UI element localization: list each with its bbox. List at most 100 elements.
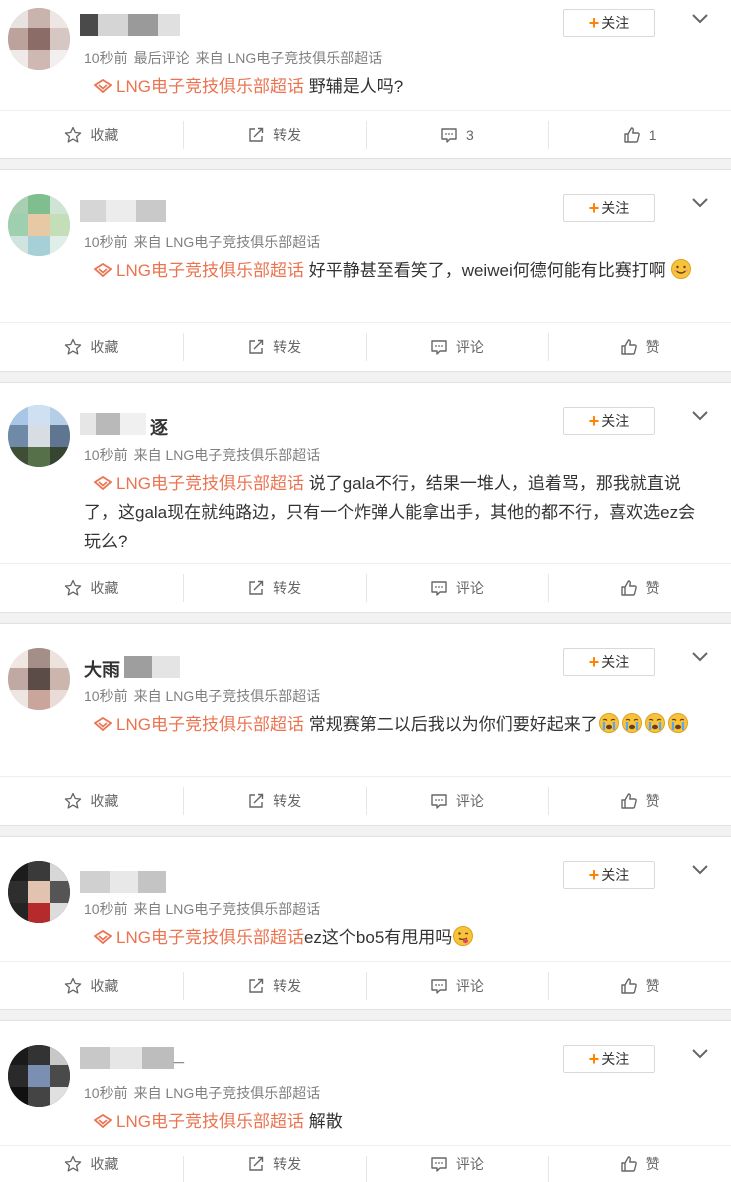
comment-button[interactable]: 评论 — [365, 564, 549, 611]
avatar[interactable] — [8, 861, 70, 923]
comment-icon — [431, 793, 447, 809]
follow-button[interactable]: + 关注 — [563, 861, 655, 889]
favorite-button[interactable]: 收藏 — [0, 1146, 183, 1182]
post-source[interactable]: 来自 LNG电子竞技俱乐部超话 — [134, 688, 321, 704]
plus-icon: + — [588, 198, 600, 218]
topic-link[interactable]: LNG电子竞技俱乐部超话 — [116, 77, 304, 96]
topic-link[interactable]: LNG电子竞技俱乐部超话 — [116, 1112, 304, 1131]
username-blurred[interactable] — [80, 200, 166, 222]
comment-button[interactable]: 3 — [365, 111, 549, 158]
like-button[interactable]: 1 — [548, 111, 731, 158]
like-button[interactable]: 赞 — [548, 1146, 731, 1182]
chevron-down-icon[interactable] — [690, 405, 710, 425]
thumbs-up-icon — [620, 579, 637, 596]
topic-link[interactable]: LNG电子竞技俱乐部超话 — [116, 715, 304, 734]
like-label: 赞 — [645, 792, 660, 809]
like-button[interactable]: 赞 — [548, 564, 731, 611]
repost-button[interactable]: 转发 — [182, 777, 366, 824]
chevron-down-icon[interactable] — [690, 859, 710, 879]
post-time[interactable]: 10秒前 — [84, 688, 128, 704]
star-icon — [65, 1155, 82, 1172]
star-icon — [65, 126, 82, 143]
like-button[interactable]: 赞 — [548, 323, 731, 370]
chevron-down-icon[interactable] — [690, 8, 710, 28]
follow-button[interactable]: + 关注 — [563, 194, 655, 222]
post-content: LNG电子竞技俱乐部超话 常规赛第二以后我以为你们要好起来了 — [84, 710, 708, 739]
plus-icon: + — [588, 13, 600, 33]
repost-icon — [249, 580, 264, 595]
follow-button[interactable]: + 关注 — [563, 1045, 655, 1073]
username-visible-part[interactable]: 大雨 — [84, 656, 120, 682]
username-visible-part[interactable]: 逐 — [150, 414, 168, 440]
topic-link[interactable]: LNG电子竞技俱乐部超话 — [116, 928, 304, 947]
follow-button[interactable]: + 关注 — [563, 9, 655, 37]
comment-button[interactable]: 评论 — [365, 1146, 549, 1182]
repost-button[interactable]: 转发 — [182, 1146, 366, 1182]
comment-icon — [431, 1157, 447, 1172]
action-bar: 收藏 转发 评论 赞 — [0, 563, 731, 611]
comment-label: 评论 — [455, 338, 484, 355]
repost-button[interactable]: 转发 — [182, 962, 366, 1009]
post-source[interactable]: 来自 LNG电子竞技俱乐部超话 — [134, 901, 321, 917]
topic-link[interactable]: LNG电子竞技俱乐部超话 — [116, 474, 304, 493]
plus-icon: + — [588, 411, 600, 431]
favorite-button[interactable]: 收藏 — [0, 111, 183, 158]
plus-icon: + — [588, 652, 600, 672]
avatar[interactable] — [8, 1045, 70, 1107]
favorite-button[interactable]: 收藏 — [0, 962, 183, 1009]
like-button[interactable]: 赞 — [548, 962, 731, 1009]
repost-label: 转发 — [273, 792, 302, 809]
supertopic-icon — [94, 476, 112, 490]
post-time[interactable]: 10秒前 — [84, 50, 128, 66]
chevron-down-icon[interactable] — [690, 1043, 710, 1063]
post-source[interactable]: 来自 LNG电子竞技俱乐部超话 — [134, 1085, 321, 1101]
like-button[interactable]: 赞 — [548, 777, 731, 824]
post-source[interactable]: 来自 LNG电子竞技俱乐部超话 — [134, 447, 321, 463]
crying-emoji — [667, 713, 688, 733]
avatar[interactable] — [8, 648, 70, 710]
favorite-button[interactable]: 收藏 — [0, 323, 183, 370]
like-label: 赞 — [645, 977, 660, 994]
username-blurred[interactable] — [80, 1047, 174, 1069]
avatar[interactable] — [8, 8, 70, 70]
post-source[interactable]: 来自 LNG电子竞技俱乐部超话 — [134, 234, 321, 250]
post-text: 好平静甚至看笑了，weiwei何德何能有比赛打啊 — [308, 261, 666, 280]
username-blurred[interactable] — [80, 413, 146, 435]
chevron-down-icon[interactable] — [690, 192, 710, 212]
repost-button[interactable]: 转发 — [182, 111, 366, 158]
avatar[interactable] — [8, 194, 70, 256]
comment-button[interactable]: 评论 — [365, 777, 549, 824]
username-blurred[interactable] — [80, 14, 180, 36]
post-time[interactable]: 10秒前 — [84, 234, 128, 250]
favorite-button[interactable]: 收藏 — [0, 564, 183, 611]
post-time[interactable]: 10秒前 — [84, 901, 128, 917]
avatar[interactable] — [8, 405, 70, 467]
chevron-down-icon[interactable] — [690, 646, 710, 666]
repost-button[interactable]: 转发 — [182, 323, 366, 370]
topic-link[interactable]: LNG电子竞技俱乐部超话 — [116, 261, 304, 280]
post-time[interactable]: 10秒前 — [84, 447, 128, 463]
star-icon — [65, 338, 82, 355]
comment-button[interactable]: 评论 — [365, 962, 549, 1009]
post-time[interactable]: 10秒前 — [84, 1085, 128, 1101]
post-source[interactable]: 来自 LNG电子竞技俱乐部超话 — [196, 50, 383, 66]
follow-button[interactable]: + 关注 — [563, 407, 655, 435]
follow-button[interactable]: + 关注 — [563, 648, 655, 676]
comment-label: 评论 — [455, 579, 484, 596]
supertopic-icon — [94, 930, 112, 944]
username-blurred[interactable] — [80, 871, 166, 893]
repost-label: 转发 — [273, 977, 302, 994]
username-blurred[interactable] — [124, 656, 180, 678]
favorite-button[interactable]: 收藏 — [0, 777, 183, 824]
follow-label: 关注 — [601, 1051, 630, 1067]
repost-button[interactable]: 转发 — [182, 564, 366, 611]
like-label: 赞 — [645, 1156, 660, 1172]
comment-icon — [431, 580, 447, 596]
thumbs-up-icon — [620, 1156, 637, 1172]
action-bar: 收藏 转发 评论 赞 — [0, 961, 731, 1009]
post-content: LNG电子竞技俱乐部超话 解散 — [84, 1107, 708, 1136]
comment-button[interactable]: 评论 — [365, 323, 549, 370]
username-visible-part[interactable]: _ — [174, 1045, 184, 1066]
follow-label: 关注 — [601, 200, 630, 216]
plus-icon: + — [588, 865, 600, 885]
